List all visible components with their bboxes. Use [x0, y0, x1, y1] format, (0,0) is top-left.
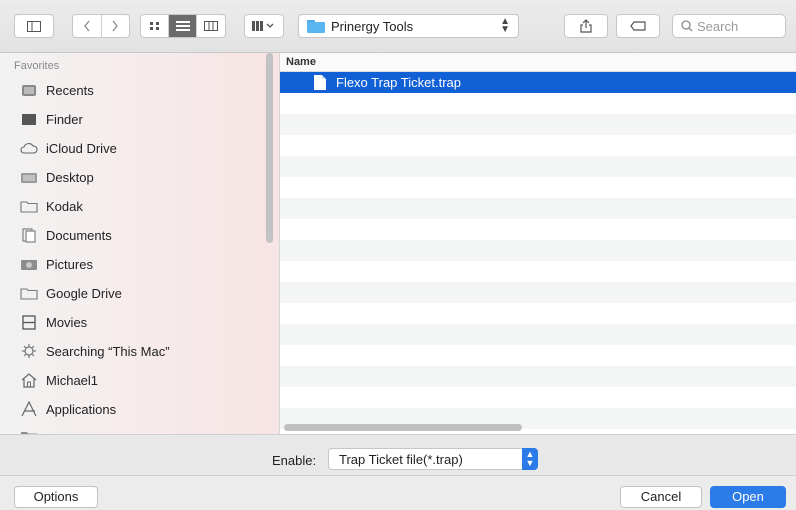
folder-icon	[20, 199, 38, 213]
enable-label: Enable:	[272, 453, 317, 468]
file-row-selected[interactable]: Flexo Trap Ticket.trap	[280, 72, 796, 93]
empty-row	[280, 261, 796, 282]
empty-row	[280, 366, 796, 387]
sidebar-item-label: iCloud Drive	[46, 140, 117, 156]
file-type-popup[interactable]: Trap Ticket file(*.trap) ▲ ▼	[328, 448, 538, 470]
pictures-folder-icon	[20, 257, 38, 271]
sidebar-item-applications[interactable]: Applications	[20, 398, 116, 420]
sidebar-item-icloud-drive[interactable]: iCloud Drive	[20, 137, 117, 159]
desktop-folder-icon	[20, 170, 38, 184]
file-list: Name Flexo Trap Ticket.trap	[280, 53, 796, 434]
sidebar-heading: Favorites	[14, 60, 60, 72]
gear-icon	[20, 344, 38, 358]
home-icon	[20, 372, 38, 388]
sidebar-item-google-drive[interactable]: Google Drive	[20, 282, 122, 304]
sidebar-item-finder[interactable]: Finder	[20, 108, 83, 130]
sidebar-item-label: Desktop	[46, 169, 94, 185]
gallery-view-menu[interactable]	[244, 14, 284, 38]
empty-row	[280, 93, 796, 114]
view-mode-control	[140, 14, 226, 38]
tag-icon	[630, 21, 646, 31]
sidebar-item-label: Recents	[46, 82, 94, 98]
up-down-arrows-icon: ▲ ▼	[500, 16, 510, 35]
file-list-horizontal-scrollbar[interactable]	[284, 424, 522, 431]
chevron-left-icon	[83, 20, 90, 32]
back-button[interactable]	[73, 15, 102, 37]
options-button[interactable]: Options	[14, 486, 98, 508]
sidebar-item-label: Michael1	[46, 372, 99, 388]
empty-row	[280, 387, 796, 408]
empty-row	[280, 135, 796, 156]
list-view-button[interactable]	[169, 15, 197, 37]
sidebar-item-label: Movies	[46, 314, 88, 330]
empty-row	[280, 324, 796, 345]
sidebar: Favorites Recents Finder iCloud Drive De…	[0, 53, 280, 434]
sidebar-item-pictures[interactable]: Pictures	[20, 253, 93, 275]
search-placeholder: Search	[697, 18, 739, 34]
chevron-right-icon	[112, 20, 119, 32]
enable-bar: Enable: Trap Ticket file(*.trap) ▲ ▼	[0, 434, 796, 475]
sidebar-item-kodak[interactable]: Kodak	[20, 195, 83, 217]
share-icon	[580, 19, 592, 33]
cloud-icon	[20, 141, 38, 155]
folder-icon	[20, 286, 38, 300]
applications-icon	[20, 401, 38, 417]
sidebar-item-recents[interactable]: Recents	[20, 79, 94, 101]
search-icon	[681, 20, 693, 32]
sidebar-item-partial	[20, 425, 46, 434]
dialog-footer: Options Cancel Open	[0, 475, 796, 510]
document-icon	[314, 75, 326, 90]
sidebar-item-documents[interactable]: Documents	[20, 224, 112, 246]
sidebar-toggle-icon	[27, 20, 41, 32]
empty-row	[280, 156, 796, 177]
grid-icon	[149, 22, 159, 30]
columns-icon	[203, 21, 218, 31]
sidebar-item-searching-this-mac[interactable]: Searching “This Mac”	[20, 340, 170, 362]
empty-row	[280, 345, 796, 366]
finder-icon	[20, 112, 38, 126]
sidebar-item-label: Searching “This Mac”	[46, 343, 170, 359]
search-field[interactable]: Search	[672, 14, 786, 38]
documents-folder-icon	[20, 227, 38, 243]
sidebar-scrollbar[interactable]	[266, 53, 273, 243]
empty-row	[280, 114, 796, 135]
sidebar-item-label: Finder	[46, 111, 83, 127]
empty-row	[280, 219, 796, 240]
sidebar-item-label: Documents	[46, 227, 112, 243]
open-button[interactable]: Open	[710, 486, 786, 508]
sidebar-item-label: Kodak	[46, 198, 83, 214]
back-forward-control	[72, 14, 130, 38]
up-down-arrows-icon: ▲ ▼	[522, 448, 538, 470]
empty-row	[280, 282, 796, 303]
file-name: Flexo Trap Ticket.trap	[336, 75, 461, 90]
sidebar-item-movies[interactable]: Movies	[20, 311, 87, 333]
open-file-dialog: Prinergy Tools ▲ ▼ Search Favorites Recen…	[0, 0, 796, 510]
film-icon	[20, 314, 38, 330]
sidebar-item-label: Google Drive	[46, 285, 122, 301]
gallery-chevron-down-icon	[252, 21, 274, 31]
clock-icon	[20, 83, 38, 97]
location-popup[interactable]: Prinergy Tools ▲ ▼	[298, 14, 519, 38]
sidebar-item-label: Pictures	[46, 256, 93, 272]
tags-button[interactable]	[616, 14, 660, 38]
folder-icon	[307, 19, 325, 33]
empty-row	[280, 177, 796, 198]
list-icon	[175, 21, 190, 31]
sidebar-item-desktop[interactable]: Desktop	[20, 166, 94, 188]
sidebar-item-michael1[interactable]: Michael1	[20, 369, 98, 391]
sidebar-toggle-button[interactable]	[14, 14, 54, 38]
empty-row	[280, 303, 796, 324]
file-type-value: Trap Ticket file(*.trap)	[339, 452, 463, 467]
location-label: Prinergy Tools	[331, 18, 414, 34]
icon-view-button[interactable]	[141, 15, 170, 37]
toolbar: Prinergy Tools ▲ ▼ Search	[0, 0, 796, 53]
share-button[interactable]	[564, 14, 608, 38]
empty-row	[280, 198, 796, 219]
column-view-button[interactable]	[197, 15, 225, 37]
empty-row	[280, 240, 796, 261]
column-header-name[interactable]: Name	[280, 53, 796, 72]
cancel-button[interactable]: Cancel	[620, 486, 702, 508]
forward-button[interactable]	[102, 15, 130, 37]
sidebar-item-label: Applications	[46, 401, 117, 417]
